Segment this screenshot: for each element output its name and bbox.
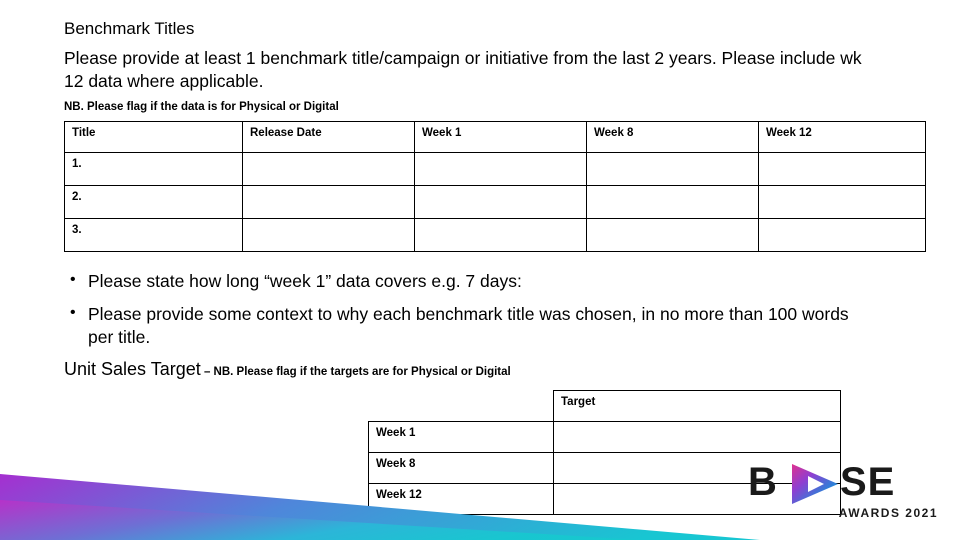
target-row-label-week-8: Week 8 — [368, 452, 554, 485]
table-header-row: Title Release Date Week 1 Week 8 Week 12 — [64, 121, 926, 154]
target-value-week-1[interactable] — [553, 421, 841, 454]
column-header-release-date: Release Date — [242, 121, 415, 154]
logo-text-left: B — [748, 460, 778, 504]
cell-week-8[interactable] — [586, 152, 759, 187]
cell-week-8[interactable] — [586, 185, 759, 220]
unit-sales-title: Unit Sales Target — [64, 359, 201, 380]
cell-week-1[interactable] — [414, 218, 587, 253]
table-row: 1. — [64, 152, 926, 187]
target-header-target: Target — [553, 390, 841, 423]
cell-week-1[interactable] — [414, 185, 587, 220]
slide: Benchmark Titles Please provide at least… — [0, 0, 960, 540]
intro-paragraph: Please provide at least 1 benchmark titl… — [64, 47, 862, 92]
table-row: 2. — [64, 185, 926, 220]
play-triangle-icon — [792, 464, 838, 504]
logo-text-right: SE — [840, 460, 896, 504]
cell-week-1[interactable] — [414, 152, 587, 187]
list-item: Please state how long “week 1” data cove… — [64, 269, 876, 293]
column-header-week-1: Week 1 — [414, 121, 587, 154]
cell-week-12[interactable] — [758, 218, 926, 253]
column-header-week-12: Week 12 — [758, 121, 926, 154]
column-header-week-8: Week 8 — [586, 121, 759, 154]
slide-content: Benchmark Titles Please provide at least… — [64, 18, 926, 516]
unit-sales-heading: Unit Sales Target – NB. Please flag if t… — [64, 359, 876, 380]
page-title: Benchmark Titles — [64, 19, 195, 38]
table-header-row: Target — [368, 390, 841, 423]
target-row-label-week-12: Week 12 — [368, 483, 554, 516]
target-row-label-week-1: Week 1 — [368, 421, 554, 454]
cell-week-12[interactable] — [758, 152, 926, 187]
table-row: Week 1 — [368, 421, 841, 454]
cell-week-8[interactable] — [586, 218, 759, 253]
cell-release-date[interactable] — [242, 218, 415, 253]
nb-note: NB. Please flag if the data is for Physi… — [64, 101, 339, 114]
benchmark-table: Title Release Date Week 1 Week 8 Week 12… — [64, 121, 926, 253]
unit-sales-note: NB. Please flag if the targets are for P… — [213, 366, 511, 379]
column-header-title: Title — [64, 121, 243, 154]
row-label[interactable]: 1. — [64, 152, 243, 187]
logo-subtitle: AWARDS 2021 — [838, 506, 938, 520]
base-awards-logo: B SE AWARDS 2021 — [748, 462, 938, 526]
cell-week-12[interactable] — [758, 185, 926, 220]
list-item: Please provide some context to why each … — [64, 302, 876, 349]
row-label[interactable]: 2. — [64, 185, 243, 220]
unit-sales-dash: – — [200, 366, 214, 379]
bullet-list: Please state how long “week 1” data cove… — [64, 269, 876, 349]
cell-release-date[interactable] — [242, 185, 415, 220]
target-header-blank — [368, 390, 554, 423]
cell-release-date[interactable] — [242, 152, 415, 187]
table-row: 3. — [64, 218, 926, 253]
row-label[interactable]: 3. — [64, 218, 243, 253]
